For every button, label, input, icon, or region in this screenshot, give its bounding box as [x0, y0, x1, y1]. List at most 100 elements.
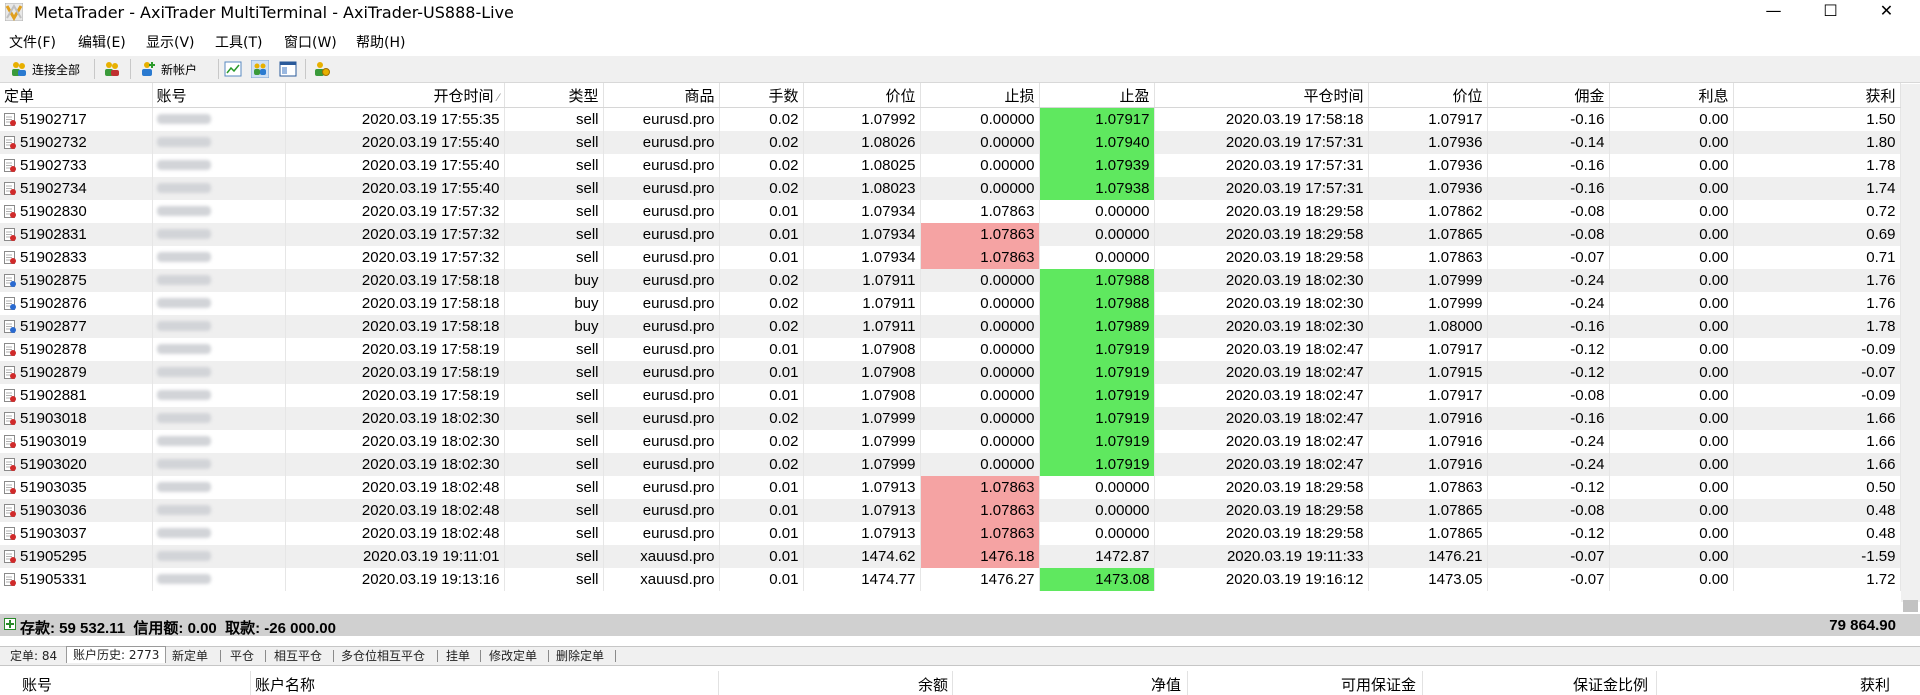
sell-order-icon	[4, 549, 16, 563]
order-cell-content: 51902831	[4, 226, 148, 243]
order-cell-content: 51902878	[4, 341, 148, 358]
cell-commission: -0.08	[1487, 223, 1610, 246]
col-header-equity[interactable]: 净值	[1151, 674, 1181, 695]
table-row[interactable]: 51902875 2020.03.19 17:58:18 buy eurusd.pro…	[0, 269, 1901, 292]
account-number-redacted	[156, 252, 211, 262]
tab-new-order[interactable]: 新定单	[166, 648, 214, 664]
tab-close-position[interactable]: 平仓	[224, 648, 260, 664]
tab-close-by[interactable]: 相互平仓	[268, 648, 328, 664]
accounts-button[interactable]	[251, 58, 273, 80]
col-header-stop-loss[interactable]: 止损	[920, 83, 1040, 108]
col-header-price[interactable]: 价位	[803, 83, 921, 108]
col-header-take-profit[interactable]: 止盈	[1039, 83, 1155, 108]
title-bar[interactable]: MetaTrader - AxiTrader MultiTerminal - A…	[0, 0, 1920, 24]
cell-open-time: 2020.03.19 17:58:19	[285, 338, 505, 361]
table-row[interactable]: 51902878 2020.03.19 17:58:19 sell eurusd.pr…	[0, 338, 1901, 361]
table-row[interactable]: 51903018 2020.03.19 18:02:30 sell eurusd.pr…	[0, 407, 1901, 430]
table-row[interactable]: 51903037 2020.03.19 18:02:48 sell eurusd.pr…	[0, 522, 1901, 545]
cell-profit: -1.59	[1733, 545, 1901, 568]
column-separator	[718, 671, 719, 695]
table-row[interactable]: 51902732 2020.03.19 17:55:40 sell eurusd.pr…	[0, 131, 1901, 154]
cell-open-time: 2020.03.19 17:55:40	[285, 154, 505, 177]
cell-stop-loss: 0.00000	[920, 177, 1040, 200]
table-row[interactable]: 51902877 2020.03.19 17:58:18 buy eurusd.pro…	[0, 315, 1901, 338]
minimize-button[interactable]: —	[1751, 0, 1796, 24]
cell-account	[152, 223, 286, 246]
maximize-button[interactable]: ☐	[1808, 0, 1853, 24]
table-row[interactable]: 51902831 2020.03.19 17:57:32 sell eurusd.pr…	[0, 223, 1901, 246]
cell-order: 51902879	[0, 361, 153, 384]
table-row[interactable]: 51902876 2020.03.19 17:58:18 buy eurusd.pro…	[0, 292, 1901, 315]
col-header-free-margin[interactable]: 可用保证金	[1341, 674, 1416, 695]
order-number: 51903020	[20, 456, 87, 473]
order-cell-content: 51903035	[4, 479, 148, 496]
menu-edit[interactable]: 编辑(E)	[78, 32, 126, 52]
column-separator	[952, 671, 953, 695]
table-row[interactable]: 51902881 2020.03.19 17:58:19 sell eurusd.pr…	[0, 384, 1901, 407]
table-row[interactable]: 51902833 2020.03.19 17:57:32 sell eurusd.pr…	[0, 246, 1901, 269]
history-table[interactable]: 定单 账号 开仓时间 ⁄ 类型 商品 手数 价位 止损 止盈 平仓时间 价位 佣…	[0, 83, 1920, 603]
menu-help[interactable]: 帮助(H)	[356, 32, 405, 52]
toolbar: 连接全部 新帐户	[0, 56, 1920, 83]
cell-take-profit: 0.00000	[1039, 200, 1155, 223]
order-number: 51902831	[20, 226, 87, 243]
scrollbar-thumb[interactable]	[1903, 600, 1918, 612]
col-header-symbol[interactable]: 商品	[603, 83, 720, 108]
table-row[interactable]: 51902734 2020.03.19 17:55:40 sell eurusd.pr…	[0, 177, 1901, 200]
chart-button[interactable]	[224, 58, 246, 80]
tab-orders[interactable]: 定单: 84	[4, 648, 63, 664]
tab-pending[interactable]: 挂单	[440, 648, 476, 664]
table-row[interactable]: 51903036 2020.03.19 18:02:48 sell eurusd.pr…	[0, 499, 1901, 522]
table-row[interactable]: 51905295 2020.03.19 19:11:01 sell xauusd.pr…	[0, 545, 1901, 568]
col-header-commission[interactable]: 佣金	[1487, 83, 1610, 108]
col-header-lots[interactable]: 手数	[719, 83, 804, 108]
vertical-scrollbar[interactable]	[1901, 84, 1920, 612]
col-header-bottom-account[interactable]: 账号	[22, 674, 52, 695]
close-button[interactable]: ✕	[1864, 0, 1909, 24]
table-row[interactable]: 51902879 2020.03.19 17:58:19 sell eurusd.pr…	[0, 361, 1901, 384]
cell-swap: 0.00	[1609, 107, 1734, 131]
cell-symbol: eurusd.pro	[603, 499, 720, 522]
col-header-account-name[interactable]: 账户名称	[255, 674, 315, 695]
table-row[interactable]: 51903019 2020.03.19 18:02:30 sell eurusd.pr…	[0, 430, 1901, 453]
cell-open-time: 2020.03.19 18:02:30	[285, 430, 505, 453]
new-account-button[interactable]: 新帐户	[139, 58, 197, 80]
table-row[interactable]: 51903020 2020.03.19 18:02:30 sell eurusd.pr…	[0, 453, 1901, 476]
settings-button[interactable]	[313, 58, 335, 80]
col-header-close-time[interactable]: 平仓时间	[1154, 83, 1369, 108]
table-row[interactable]: 51905331 2020.03.19 19:13:16 sell xauusd.pr…	[0, 568, 1901, 591]
menu-file[interactable]: 文件(F)	[9, 32, 56, 52]
window-button[interactable]	[279, 58, 301, 80]
tab-multiple-close-by[interactable]: 多仓位相互平仓	[335, 648, 431, 664]
col-header-open-time[interactable]: 开仓时间 ⁄	[285, 83, 505, 108]
col-header-account[interactable]: 账号	[152, 83, 286, 108]
col-header-order[interactable]: 定单	[0, 83, 153, 108]
col-header-close-price[interactable]: 价位	[1368, 83, 1488, 108]
disconnect-button[interactable]	[103, 58, 125, 80]
col-header-margin-level[interactable]: 保证金比例	[1573, 674, 1648, 695]
totals-profit: 79 864.90	[1829, 617, 1896, 634]
col-header-swap[interactable]: 利息	[1609, 83, 1734, 108]
table-row[interactable]: 51902733 2020.03.19 17:55:40 sell eurusd.pr…	[0, 154, 1901, 177]
menu-window[interactable]: 窗口(W)	[284, 32, 337, 52]
connect-all-button[interactable]: 连接全部	[10, 58, 80, 80]
cell-account	[152, 315, 286, 338]
tab-modify-order[interactable]: 修改定单	[483, 648, 543, 664]
tab-delete-order[interactable]: 删除定单	[550, 648, 610, 664]
menu-tools[interactable]: 工具(T)	[215, 32, 262, 52]
cell-close-time: 2020.03.19 17:58:18	[1154, 107, 1369, 131]
menu-view[interactable]: 显示(V)	[146, 32, 195, 52]
table-row[interactable]: 51902717 2020.03.19 17:55:35 sell eurusd.pr…	[0, 107, 1901, 131]
history-grid[interactable]: 定单 账号 开仓时间 ⁄ 类型 商品 手数 价位 止损 止盈 平仓时间 价位 佣…	[0, 83, 1901, 591]
col-header-type[interactable]: 类型	[504, 83, 604, 108]
table-row[interactable]: 51902830 2020.03.19 17:57:32 sell eurusd.pr…	[0, 200, 1901, 223]
cell-type: sell	[504, 476, 604, 499]
table-row[interactable]: 51903035 2020.03.19 18:02:48 sell eurusd.pr…	[0, 476, 1901, 499]
cell-symbol: eurusd.pro	[603, 522, 720, 545]
order-number: 51902734	[20, 180, 87, 197]
col-header-profit[interactable]: 获利	[1733, 83, 1901, 108]
cell-type: sell	[504, 361, 604, 384]
tab-account-history[interactable]: 账户历史: 2773	[66, 646, 167, 663]
col-header-bottom-profit[interactable]: 获利	[1860, 674, 1890, 695]
col-header-balance[interactable]: 余额	[918, 674, 948, 695]
